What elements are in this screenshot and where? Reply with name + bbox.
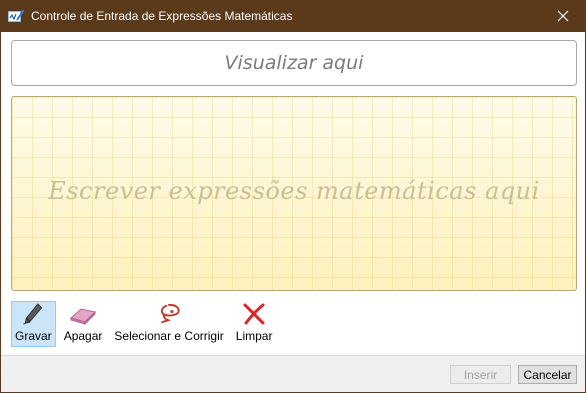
clear-tool-label: Limpar — [235, 329, 273, 343]
clear-tool-button[interactable]: Limpar — [232, 301, 277, 347]
write-tool-label: Gravar — [15, 329, 52, 343]
canvas-hint: Escrever expressões matemáticas aqui — [48, 177, 540, 205]
math-input-icon — [8, 9, 25, 23]
preview-placeholder: Visualizar aqui — [224, 52, 364, 74]
cancel-button[interactable]: Cancelar — [518, 365, 577, 384]
title-bar: Controle de Entrada de Expressões Matemá… — [0, 0, 586, 32]
select-correct-tool-label: Selecionar e Corrigir — [114, 329, 224, 343]
write-tool-button[interactable]: Gravar — [11, 301, 56, 347]
writing-canvas[interactable]: Escrever expressões matemáticas aqui — [11, 96, 577, 291]
eraser-icon — [70, 308, 97, 325]
dialog-body: Visualizar aqui Escrever expressões mate… — [0, 32, 586, 393]
select-correct-tool-button[interactable]: Selecionar e Corrigir — [110, 301, 227, 347]
close-icon[interactable] — [540, 0, 586, 32]
erase-tool-button[interactable]: Apagar — [60, 301, 107, 347]
preview-area: Visualizar aqui — [11, 40, 577, 86]
button-bar: Inserir Cancelar — [1, 355, 585, 392]
pen-icon — [23, 303, 43, 325]
insert-button[interactable]: Inserir — [450, 365, 511, 384]
tool-bar: Gravar Apagar Selecionar e Corrigir Limp… — [11, 301, 280, 351]
lasso-icon — [160, 303, 180, 324]
erase-tool-label: Apagar — [63, 329, 103, 343]
clear-x-icon — [243, 303, 265, 325]
window-title: Controle de Entrada de Expressões Matemá… — [31, 9, 293, 23]
